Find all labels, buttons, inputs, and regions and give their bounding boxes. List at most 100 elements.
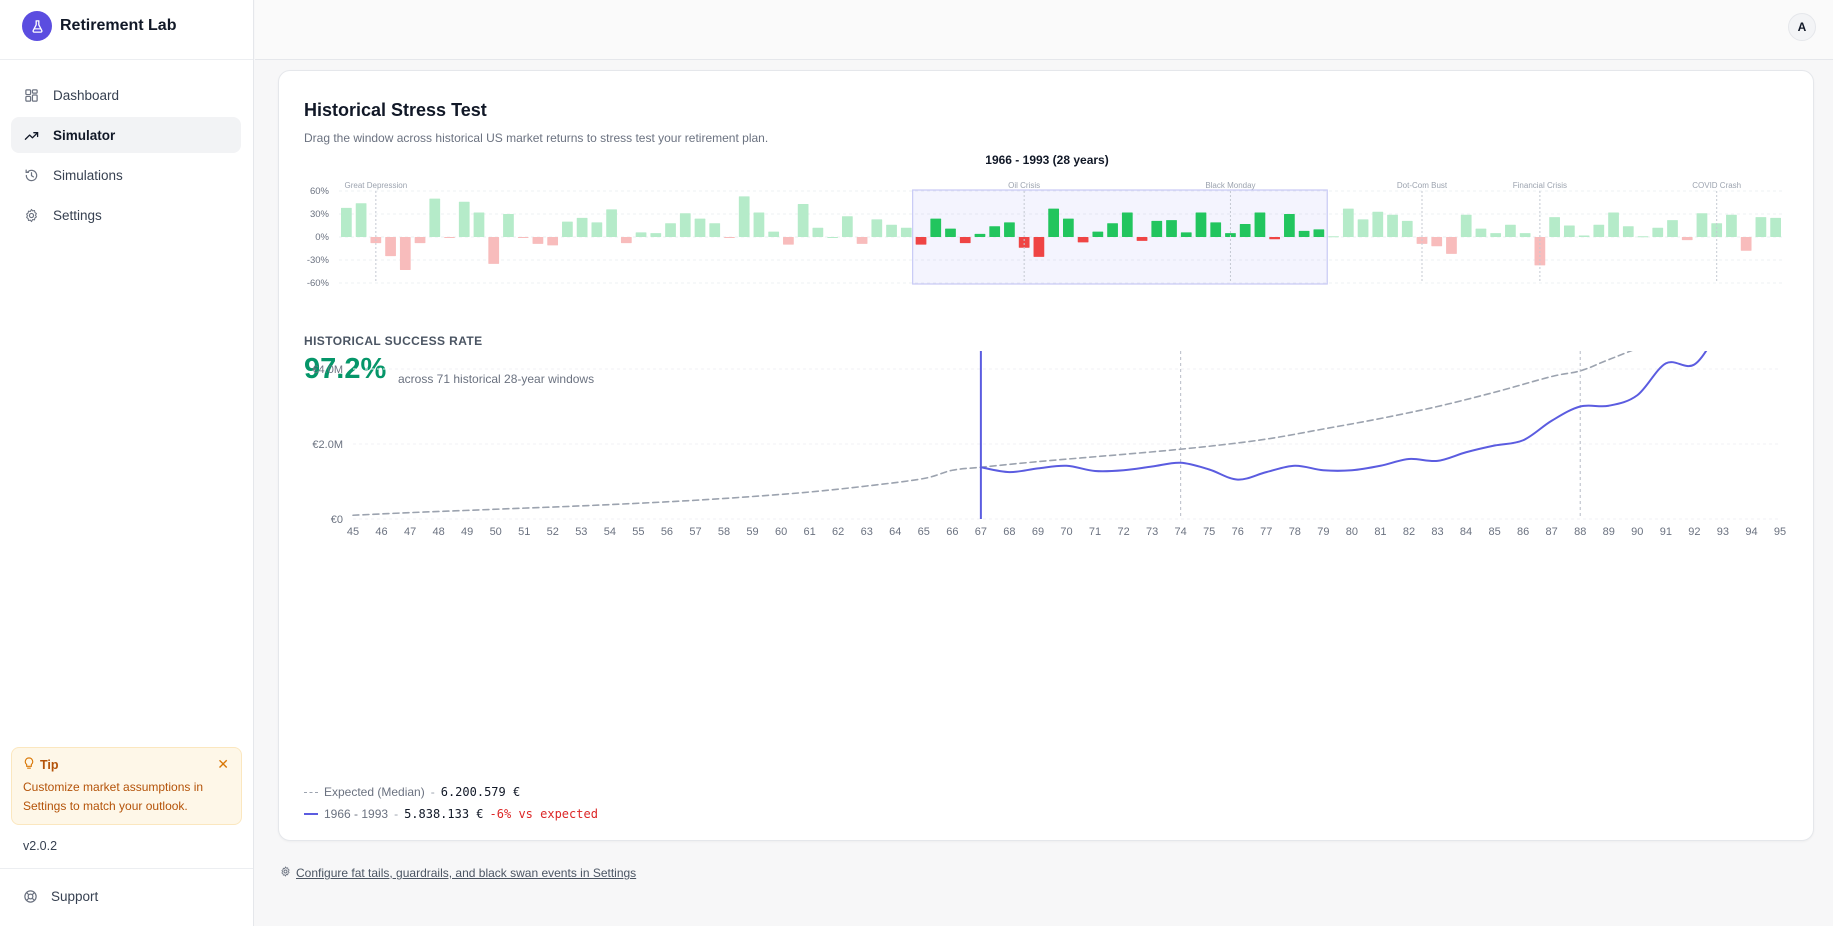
x-tick-label: 86 [1517,526,1529,538]
y-tick-label: €4.0M [312,364,343,376]
x-tick-label: 85 [1488,526,1500,538]
return-bar [532,237,544,244]
x-tick-label: 92 [1688,526,1700,538]
divider [0,868,253,869]
legend-item-expected: Expected (Median) - 6.200.579 € [304,781,598,803]
avatar[interactable]: A [1788,13,1816,41]
y-tick-label: -30% [307,255,330,266]
return-bar [1637,236,1649,238]
return-bar [1018,237,1030,248]
x-tick-label: 77 [1260,526,1272,538]
gear-icon [280,866,291,880]
return-bar [1092,231,1104,237]
return-bar [900,227,912,237]
return-bar [650,233,662,237]
y-tick-label: 30% [310,209,330,220]
return-bar [1180,232,1192,237]
x-tick-label: 51 [518,526,530,538]
tip-card: Tip ✕ Customize market assumptions in Se… [11,747,242,825]
return-bar [738,196,750,237]
return-bar [1755,217,1767,237]
support-link[interactable]: Support [22,888,98,904]
sidebar-item-settings[interactable]: Settings [11,197,241,233]
dashed-line-icon [304,791,318,793]
y-tick-label: 0% [315,232,329,243]
x-tick-label: 58 [718,526,730,538]
return-bar [1505,224,1516,237]
x-tick-label: 71 [1089,526,1101,538]
x-tick-label: 72 [1117,526,1129,538]
return-bar [694,218,706,237]
return-bar [1578,235,1590,237]
return-bar [1519,233,1531,237]
return-bar [355,203,367,237]
x-tick-label: 64 [889,526,901,538]
return-bar [724,237,735,238]
return-bar [1254,212,1266,237]
close-icon[interactable]: ✕ [217,756,229,773]
x-tick-label: 47 [404,526,416,538]
return-bar [856,237,868,244]
return-bar [1298,230,1310,237]
return-bar [606,209,617,237]
event-label: COVID Crash [1692,181,1741,190]
return-bar [1711,223,1723,237]
return-bar [871,219,883,237]
x-tick-label: 53 [575,526,587,538]
returns-bar-chart[interactable]: 60% 30% 0% -30% -60% Great Depression Oil Cris… [279,71,1815,311]
return-bar [783,237,794,245]
sidebar-nav: Dashboard Simulator Simulations Settings [11,77,241,237]
x-tick-label: 55 [632,526,644,538]
solid-line-icon [304,813,318,815]
return-bar [1563,225,1575,237]
x-tick-label: 89 [1603,526,1615,538]
x-tick-label: 69 [1032,526,1044,538]
return-bar [1284,214,1295,237]
return-bar [1652,227,1664,237]
sidebar-item-simulations[interactable]: Simulations [11,157,241,193]
sidebar-item-label: Simulator [53,127,116,143]
return-bar [341,207,352,237]
return-bar [841,216,853,237]
return-bar [562,221,573,237]
event-label: Oil Crisis [1008,181,1040,190]
return-bar [503,214,514,237]
trend-icon [23,127,39,143]
return-bar [1740,237,1752,251]
return-bar [1136,237,1148,241]
x-tick-label: 78 [1289,526,1301,538]
sidebar-item-simulator[interactable]: Simulator [11,117,241,153]
x-tick-label: 59 [746,526,758,538]
return-bar [1622,226,1634,237]
return-bar [679,213,691,237]
settings-footer-link[interactable]: Configure fat tails, guardrails, and bla… [280,866,636,880]
return-bar [974,233,986,237]
brand[interactable]: Retirement Lab [0,0,253,52]
gear-icon [23,207,39,223]
return-bar [1608,212,1619,237]
top-bar: A [255,0,1833,60]
history-icon [23,167,39,183]
return-bar [1770,217,1781,237]
settings-link-text[interactable]: Configure fat tails, guardrails, and bla… [296,866,636,880]
return-bar [1033,237,1045,257]
x-tick-label: 75 [1203,526,1215,538]
x-tick-label: 73 [1146,526,1158,538]
x-tick-label: 70 [1060,526,1072,538]
return-bar [1004,222,1015,237]
selection-window [912,189,1328,285]
x-tick-label: 82 [1403,526,1415,538]
sidebar-item-dashboard[interactable]: Dashboard [11,77,241,113]
return-bar [1357,219,1369,237]
return-bar [915,237,927,245]
x-tick-label: 61 [804,526,816,538]
x-tick-label: 87 [1546,526,1558,538]
return-bar [665,223,676,237]
return-bar [635,232,647,237]
x-tick-label: 80 [1346,526,1358,538]
return-bar [1460,214,1472,237]
return-bar [1431,237,1443,247]
return-bar [812,227,824,237]
return-bar [1446,237,1457,254]
return-bar [1475,228,1487,237]
